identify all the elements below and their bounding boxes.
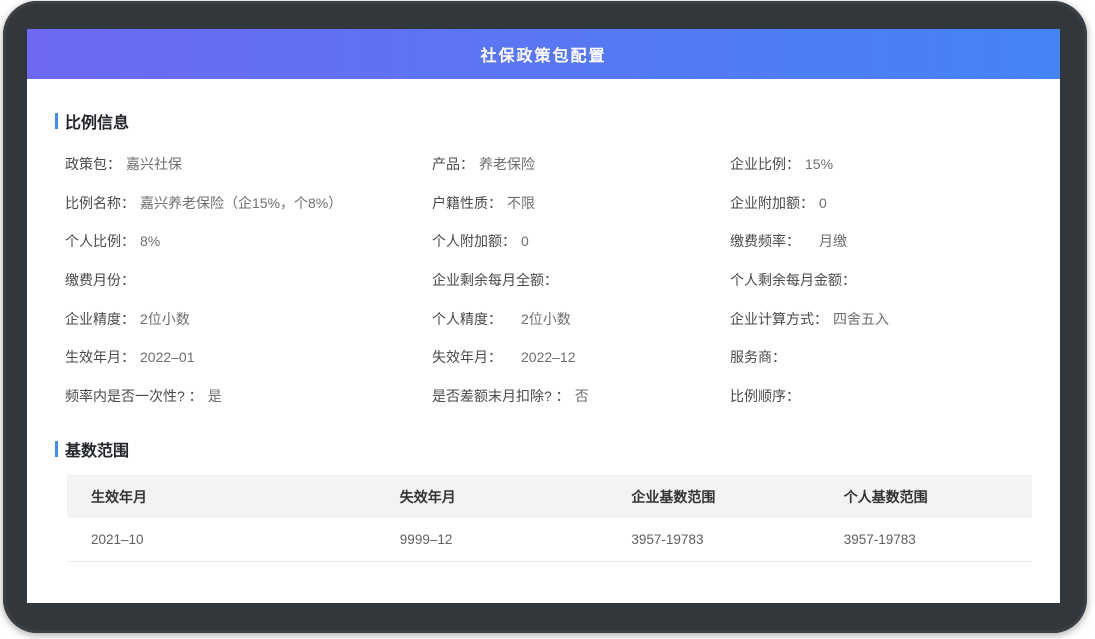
field-value: 是	[203, 386, 222, 406]
field-label: 是否差额末月扣除? ：	[432, 386, 570, 406]
field-label: 个人附加额：	[432, 231, 516, 251]
table-cell: 9999–12	[376, 518, 608, 561]
title-bar: 社保政策包配置	[27, 29, 1060, 79]
field: 比例顺序：	[730, 377, 1032, 416]
field: 个人精度： 2位小数	[432, 299, 730, 338]
section-title-label: 比例信息	[65, 109, 129, 133]
field: 频率内是否一次性? ：是	[65, 377, 432, 416]
field: 是否差额末月扣除? ：否	[432, 377, 730, 416]
device-frame: 社保政策包配置 比例信息 政策包：嘉兴社保产品：养老保险企业比例：15%比例名称…	[3, 1, 1087, 633]
field-label: 政策包：	[65, 154, 121, 174]
field-label: 产品：	[432, 154, 474, 174]
field-value: 嘉兴社保	[121, 154, 182, 174]
field: 服务商：	[730, 338, 1032, 377]
app-window: 社保政策包配置 比例信息 政策包：嘉兴社保产品：养老保险企业比例：15%比例名称…	[27, 29, 1060, 603]
section-title-base-range: 基数范围	[55, 437, 1032, 461]
base-table-body: 2021–109999–123957-197833957-19783	[67, 518, 1032, 561]
field-value: 2位小数	[135, 309, 190, 329]
field-value: 四舍五入	[828, 309, 889, 329]
field-label: 失效年月：	[432, 347, 502, 367]
field: 比例名称：嘉兴养老保险（企15%，个8%）	[65, 184, 432, 223]
field-label: 企业比例：	[730, 154, 800, 174]
table-cell: 2021–10	[67, 518, 376, 561]
field: 企业附加额：0	[730, 184, 1032, 223]
field-label: 企业计算方式：	[730, 309, 828, 329]
table-header-cell: 生效年月	[67, 475, 376, 518]
section-bar-icon	[55, 113, 58, 129]
field-value: 2022–12	[502, 347, 576, 367]
field-label: 户籍性质：	[432, 193, 502, 213]
field-value: 0	[516, 233, 529, 249]
base-table-head-row: 生效年月失效年月企业基数范围个人基数范围	[67, 475, 1032, 518]
base-range-table: 生效年月失效年月企业基数范围个人基数范围 2021–109999–123957-…	[67, 475, 1032, 562]
base-range-table-wrap: 生效年月失效年月企业基数范围个人基数范围 2021–109999–123957-…	[67, 475, 1032, 562]
field-label: 缴费月份：	[65, 270, 135, 290]
field-value: 养老保险	[474, 154, 535, 174]
field-label: 个人剩余每月金额：	[730, 270, 856, 290]
section-title-label: 基数范围	[65, 437, 129, 461]
field-label: 个人精度：	[432, 309, 502, 329]
page-title: 社保政策包配置	[480, 42, 606, 66]
field-label: 个人比例：	[65, 231, 135, 251]
field-label: 生效年月：	[65, 347, 135, 367]
section-title-ratio-info: 比例信息	[55, 109, 1032, 133]
field-value: 否	[570, 386, 589, 406]
table-header-cell: 企业基数范围	[607, 475, 819, 518]
section-bar-icon	[55, 441, 58, 457]
field: 户籍性质：不限	[432, 184, 730, 223]
field-label: 企业精度：	[65, 309, 135, 329]
table-cell: 3957-19783	[820, 518, 1032, 561]
table-header-cell: 失效年月	[376, 475, 608, 518]
field-value: 0	[814, 195, 827, 211]
field: 企业比例：15%	[730, 145, 1032, 184]
field-label: 企业剩余每月全额：	[432, 270, 558, 290]
field: 产品：养老保险	[432, 145, 730, 184]
field-label: 比例顺序：	[730, 386, 800, 406]
field-label: 企业附加额：	[730, 193, 814, 213]
field-value: 月缴	[800, 231, 847, 251]
field: 企业剩余每月全额：	[432, 261, 730, 300]
ratio-form: 政策包：嘉兴社保产品：养老保险企业比例：15%比例名称：嘉兴养老保险（企15%，…	[65, 145, 1032, 415]
table-cell: 3957-19783	[607, 518, 819, 561]
field-label: 频率内是否一次性? ：	[65, 386, 203, 406]
field: 政策包：嘉兴社保	[65, 145, 432, 184]
field-value: 15%	[800, 156, 833, 172]
field: 生效年月：2022–01	[65, 338, 432, 377]
table-row: 2021–109999–123957-197833957-19783	[67, 518, 1032, 561]
field-value: 2022–01	[135, 349, 195, 365]
field: 个人比例：8%	[65, 222, 432, 261]
field-value: 不限	[502, 193, 535, 213]
field: 个人附加额：0	[432, 222, 730, 261]
field: 缴费月份：	[65, 261, 432, 300]
field: 企业精度：2位小数	[65, 299, 432, 338]
field: 个人剩余每月金额：	[730, 261, 1032, 300]
field-label: 服务商：	[730, 347, 786, 367]
field-value: 8%	[135, 233, 160, 249]
field-value: 嘉兴养老保险（企15%，个8%）	[135, 193, 342, 213]
field-label: 比例名称：	[65, 193, 135, 213]
main-content: 比例信息 政策包：嘉兴社保产品：养老保险企业比例：15%比例名称：嘉兴养老保险（…	[27, 109, 1060, 562]
table-header-cell: 个人基数范围	[820, 475, 1032, 518]
field: 企业计算方式：四舍五入	[730, 299, 1032, 338]
field: 缴费频率： 月缴	[730, 222, 1032, 261]
field-label: 缴费频率：	[730, 231, 800, 251]
field: 失效年月： 2022–12	[432, 338, 730, 377]
field-value: 2位小数	[502, 309, 571, 329]
